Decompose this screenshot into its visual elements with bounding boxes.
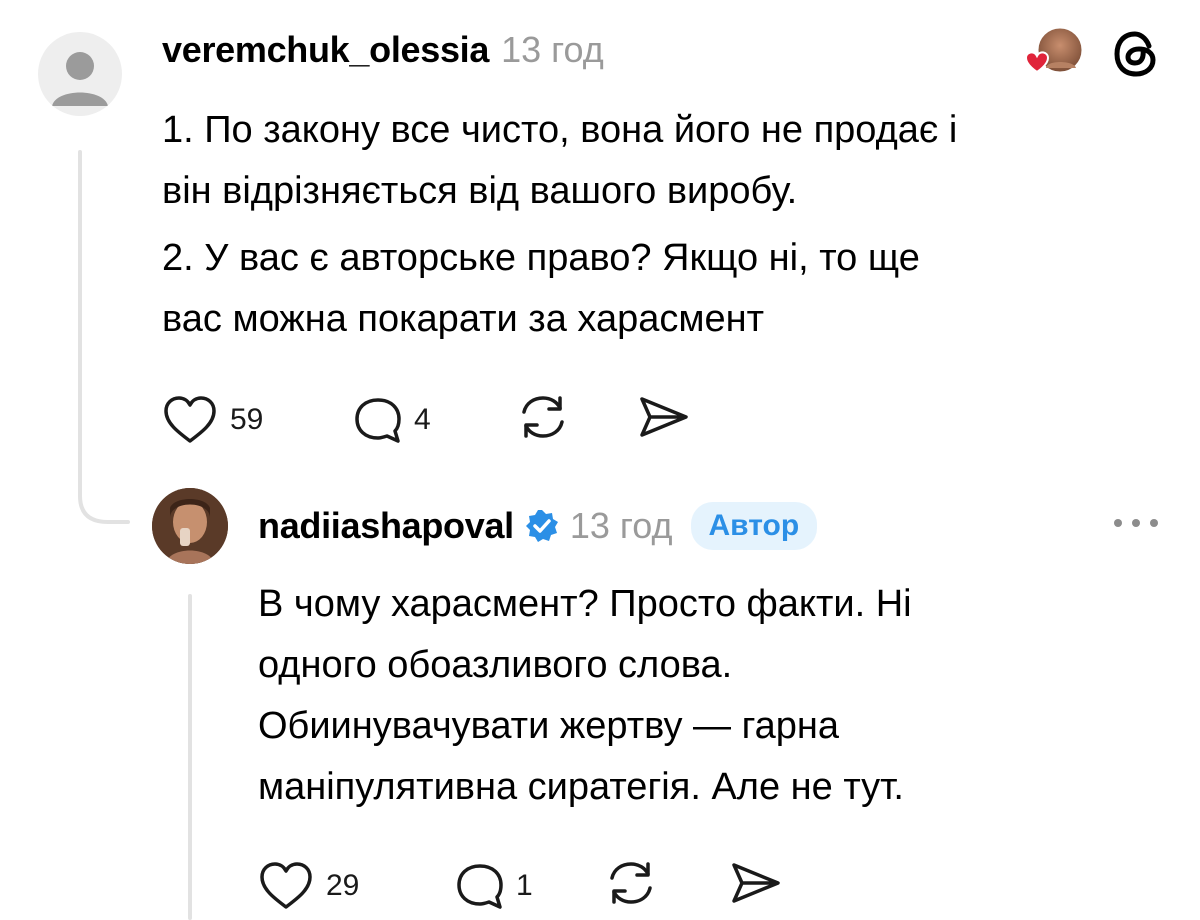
comment-line: одного обоазливого слова. xyxy=(258,644,733,686)
comment-line: В чому харасмент? Просто факти. Ні xyxy=(258,583,912,625)
comment-line: маніпулятивна сиратегія. Але не тут. xyxy=(258,766,904,808)
repost-button[interactable] xyxy=(604,856,728,915)
liked-by-author-icon xyxy=(1024,25,1085,75)
avatar-placeholder[interactable] xyxy=(38,32,122,116)
reply-button[interactable]: 1 xyxy=(454,860,604,912)
comment-line: 1. По закону все чисто, вона його не про… xyxy=(162,109,958,151)
share-icon xyxy=(732,863,780,903)
thread-line xyxy=(188,594,192,920)
comment-line: він відрізняється від вашого виробу. xyxy=(162,170,798,212)
thread-line xyxy=(78,150,82,490)
share-icon xyxy=(640,397,688,437)
verified-icon xyxy=(525,510,558,542)
username[interactable]: nadiiashapoval xyxy=(258,504,514,548)
share-button[interactable] xyxy=(728,857,784,914)
comment-icon xyxy=(457,863,503,909)
more-options-button[interactable] xyxy=(1108,508,1164,538)
timestamp: 13 год xyxy=(501,29,604,70)
avatar-placeholder-icon xyxy=(52,52,108,106)
share-button[interactable] xyxy=(636,391,692,448)
comment-text: 1. По закону все чисто, вона його не про… xyxy=(162,100,1172,350)
like-button[interactable]: 29 xyxy=(258,860,454,912)
comment-line: Обиинувачувати жертву — гарна xyxy=(258,705,840,747)
timestamp: 13 год xyxy=(569,505,673,546)
reply-count: 4 xyxy=(414,402,431,436)
username[interactable]: veremchuk_olessia xyxy=(162,28,489,72)
author-badge: Автор xyxy=(690,502,818,550)
reply-count: 1 xyxy=(516,868,533,902)
threads-logo[interactable] xyxy=(1108,26,1164,82)
repost-button[interactable] xyxy=(516,390,636,449)
comment-line: 2. У вас є авторське право? Якщо ні, то … xyxy=(162,237,920,279)
thread-connector xyxy=(78,480,130,524)
like-button[interactable]: 59 xyxy=(162,394,352,446)
like-count: 29 xyxy=(326,868,360,902)
comment-line: вас можна покарати за харасмент xyxy=(162,298,765,340)
comment-text: В чому харасмент? Просто факти. Ні одног… xyxy=(258,574,1168,818)
avatar[interactable] xyxy=(152,488,228,564)
heart-icon xyxy=(260,861,312,909)
repost-icon xyxy=(610,862,652,904)
repost-icon xyxy=(522,396,564,438)
like-count: 59 xyxy=(230,402,264,436)
liked-by-author-indicator xyxy=(1012,22,1092,82)
heart-icon xyxy=(164,395,216,443)
comment-icon xyxy=(355,397,401,443)
more-icon xyxy=(1114,519,1158,527)
avatar-photo-icon xyxy=(152,488,228,564)
threads-logo-icon xyxy=(1114,31,1156,77)
reply-button[interactable]: 4 xyxy=(352,394,516,446)
